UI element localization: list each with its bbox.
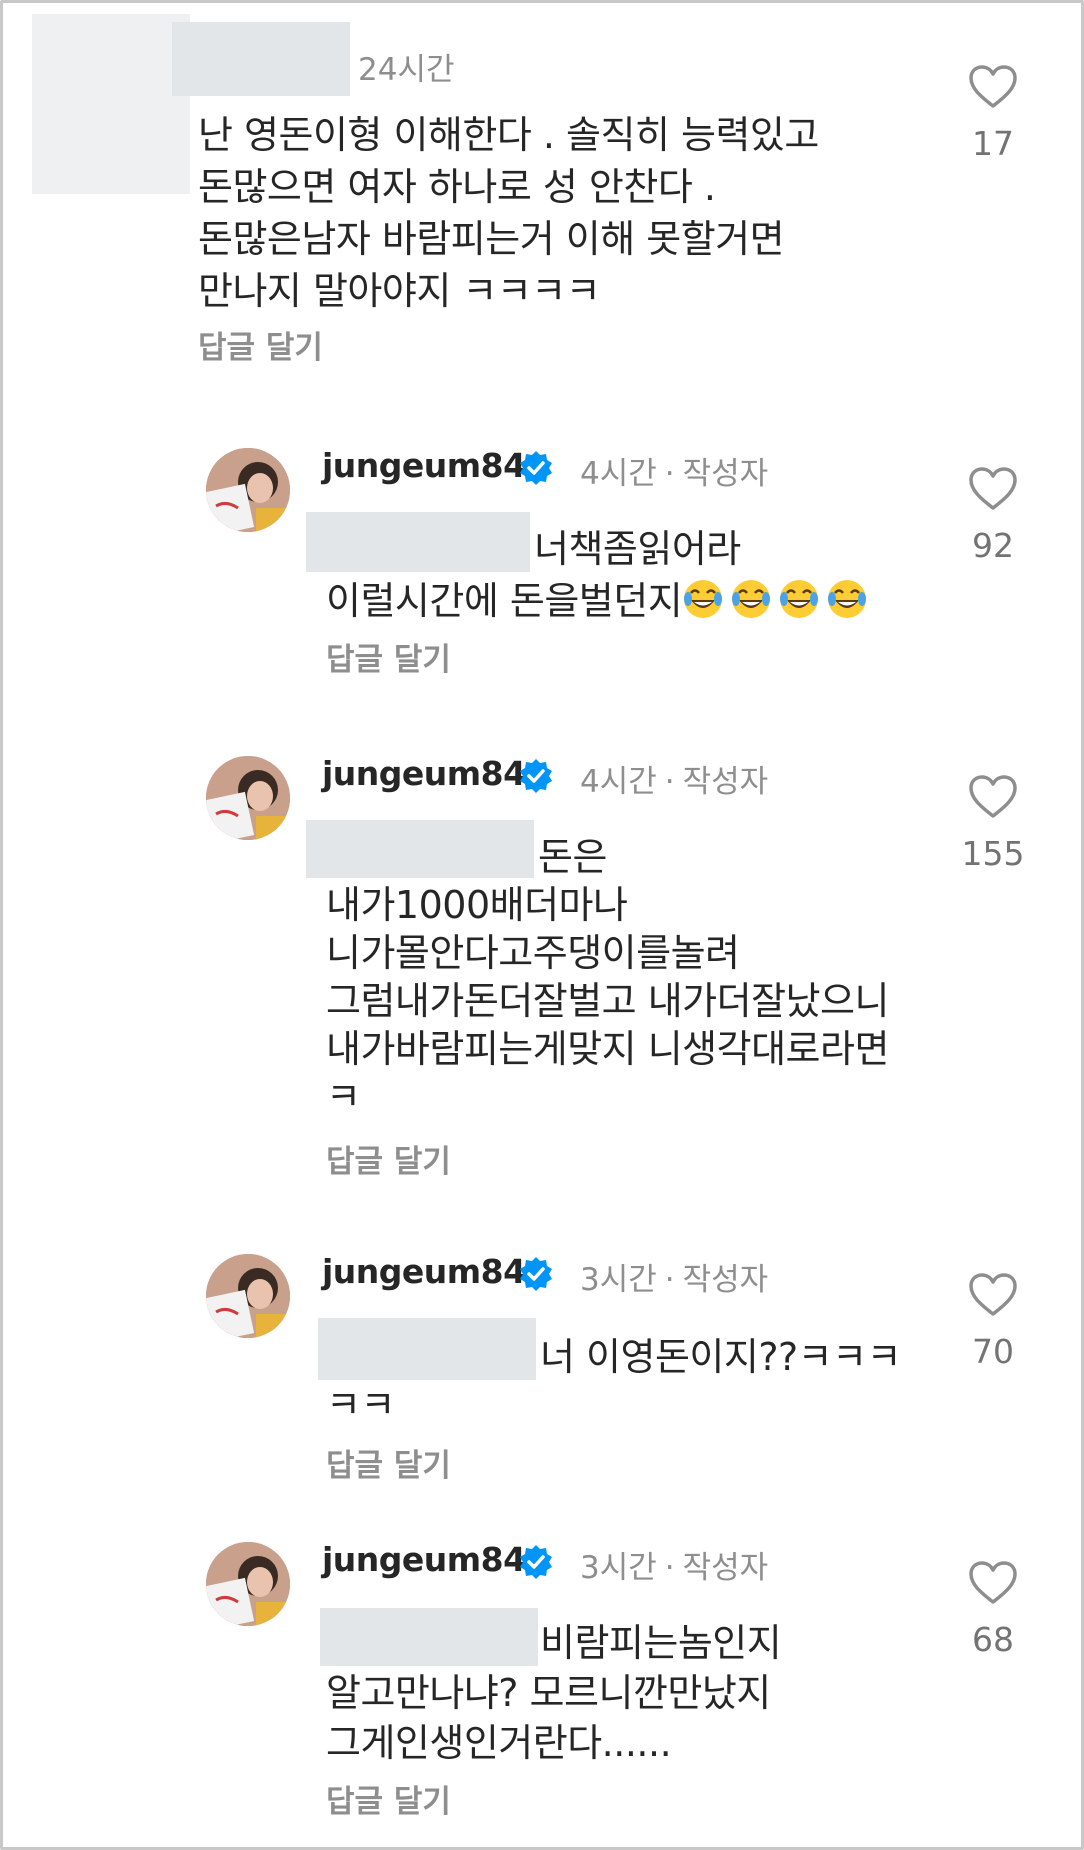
separator-dot: · <box>664 764 675 800</box>
reply-button[interactable]: 답글 달기 <box>326 634 451 679</box>
comment-text-line: 그럼내가돈더잘벌고 내가더잘났으니 <box>326 979 889 1023</box>
comment-text-line: 알고만나냐? 모르니깐만났지 <box>326 1671 771 1715</box>
comment-text-line: 그게인생인거란다...... <box>326 1721 672 1765</box>
comment-text: 이럴시간에 돈을벌던지 <box>326 579 683 623</box>
comment-time: 3시간 <box>580 1550 657 1586</box>
emoji-group <box>682 579 874 623</box>
like-count: 17 <box>972 124 1014 163</box>
username[interactable]: jungeum84 <box>322 1540 526 1579</box>
comment-text-line: 만나지 말아야지 ㅋㅋㅋㅋ <box>198 269 601 313</box>
comment-meta: 4시간 · 작성자 <box>580 448 768 493</box>
comment-time: 4시간 <box>580 456 657 492</box>
comment-text-line: 내가1000배더마나 <box>326 883 628 927</box>
heart-icon[interactable] <box>968 1272 1018 1318</box>
heart-icon[interactable] <box>968 774 1018 820</box>
comment-text-line: ㅋㅋ <box>326 1383 395 1427</box>
avatar[interactable] <box>206 756 290 840</box>
username[interactable]: jungeum84 <box>322 754 526 793</box>
comment-text-line: 비람피는놈인지 <box>540 1621 782 1665</box>
redacted-mention <box>306 512 530 572</box>
reply-button[interactable]: 답글 달기 <box>326 1440 451 1485</box>
comment-time: 4시간 <box>580 764 657 800</box>
comment-meta: 3시간 · 작성자 <box>580 1254 768 1299</box>
author-tag: 작성자 <box>682 764 769 800</box>
tears-of-joy-emoji-icon <box>780 580 819 618</box>
heart-icon[interactable] <box>968 1560 1018 1606</box>
heart-icon[interactable] <box>968 64 1018 110</box>
comment-text-line: 너 이영돈이지??ㅋㅋㅋ <box>540 1335 902 1379</box>
comment-time: 24시간 <box>358 52 455 88</box>
comment-text-line: 내가바람피는게맞지 니생각대로라면 <box>326 1027 889 1071</box>
like-count: 92 <box>972 526 1014 565</box>
like-count: 68 <box>972 1620 1014 1659</box>
redacted-username <box>172 22 350 96</box>
tears-of-joy-emoji-icon <box>684 580 723 618</box>
author-tag: 작성자 <box>682 1550 769 1586</box>
verified-badge-icon <box>520 759 552 793</box>
separator-dot: · <box>664 456 675 492</box>
verified-badge-icon <box>520 1545 552 1579</box>
comment-text-line: ㅋ <box>326 1075 361 1119</box>
author-tag: 작성자 <box>682 1262 769 1298</box>
separator-dot: · <box>664 1262 675 1298</box>
separator-dot: · <box>664 1550 675 1586</box>
comment-text-line: 돈은 <box>538 835 607 879</box>
verified-badge-icon <box>520 451 552 485</box>
username[interactable]: jungeum84 <box>322 1252 526 1291</box>
comment-text-line: 이럴시간에 돈을벌던지 <box>326 570 874 625</box>
reply-button[interactable]: 답글 달기 <box>326 1776 451 1821</box>
like-count: 70 <box>972 1332 1014 1371</box>
redacted-mention <box>306 820 534 878</box>
reply-button[interactable]: 답글 달기 <box>326 1136 451 1181</box>
author-tag: 작성자 <box>682 456 769 492</box>
comment-text-line: 너책좀읽어라 <box>534 527 741 571</box>
like-count: 155 <box>961 834 1025 873</box>
verified-badge-icon <box>520 1257 552 1291</box>
redacted-mention <box>318 1318 536 1380</box>
heart-icon[interactable] <box>968 466 1018 512</box>
username[interactable]: jungeum84 <box>322 446 526 485</box>
comment-text-line: 돈많은남자 바람피는거 이해 못할거면 <box>198 217 785 261</box>
reply-button[interactable]: 답글 달기 <box>198 322 323 367</box>
comment-text-line: 니가몰안다고주댕이를놀려 <box>326 931 740 975</box>
tears-of-joy-emoji-icon <box>732 580 771 618</box>
redacted-mention <box>320 1608 538 1666</box>
avatar[interactable] <box>206 1254 290 1338</box>
comment-text-line: 돈많으면 여자 하나로 성 안찬다 . <box>198 165 716 209</box>
comment-meta: 4시간 · 작성자 <box>580 756 768 801</box>
comment-text-line: 난 영돈이형 이해한다 . 솔직히 능력있고 <box>198 113 819 157</box>
avatar[interactable] <box>206 1542 290 1626</box>
comment-time: 3시간 <box>580 1262 657 1298</box>
comment-meta: 3시간 · 작성자 <box>580 1542 768 1587</box>
tears-of-joy-emoji-icon <box>828 580 867 618</box>
avatar[interactable] <box>206 448 290 532</box>
redacted-avatar <box>32 14 190 194</box>
